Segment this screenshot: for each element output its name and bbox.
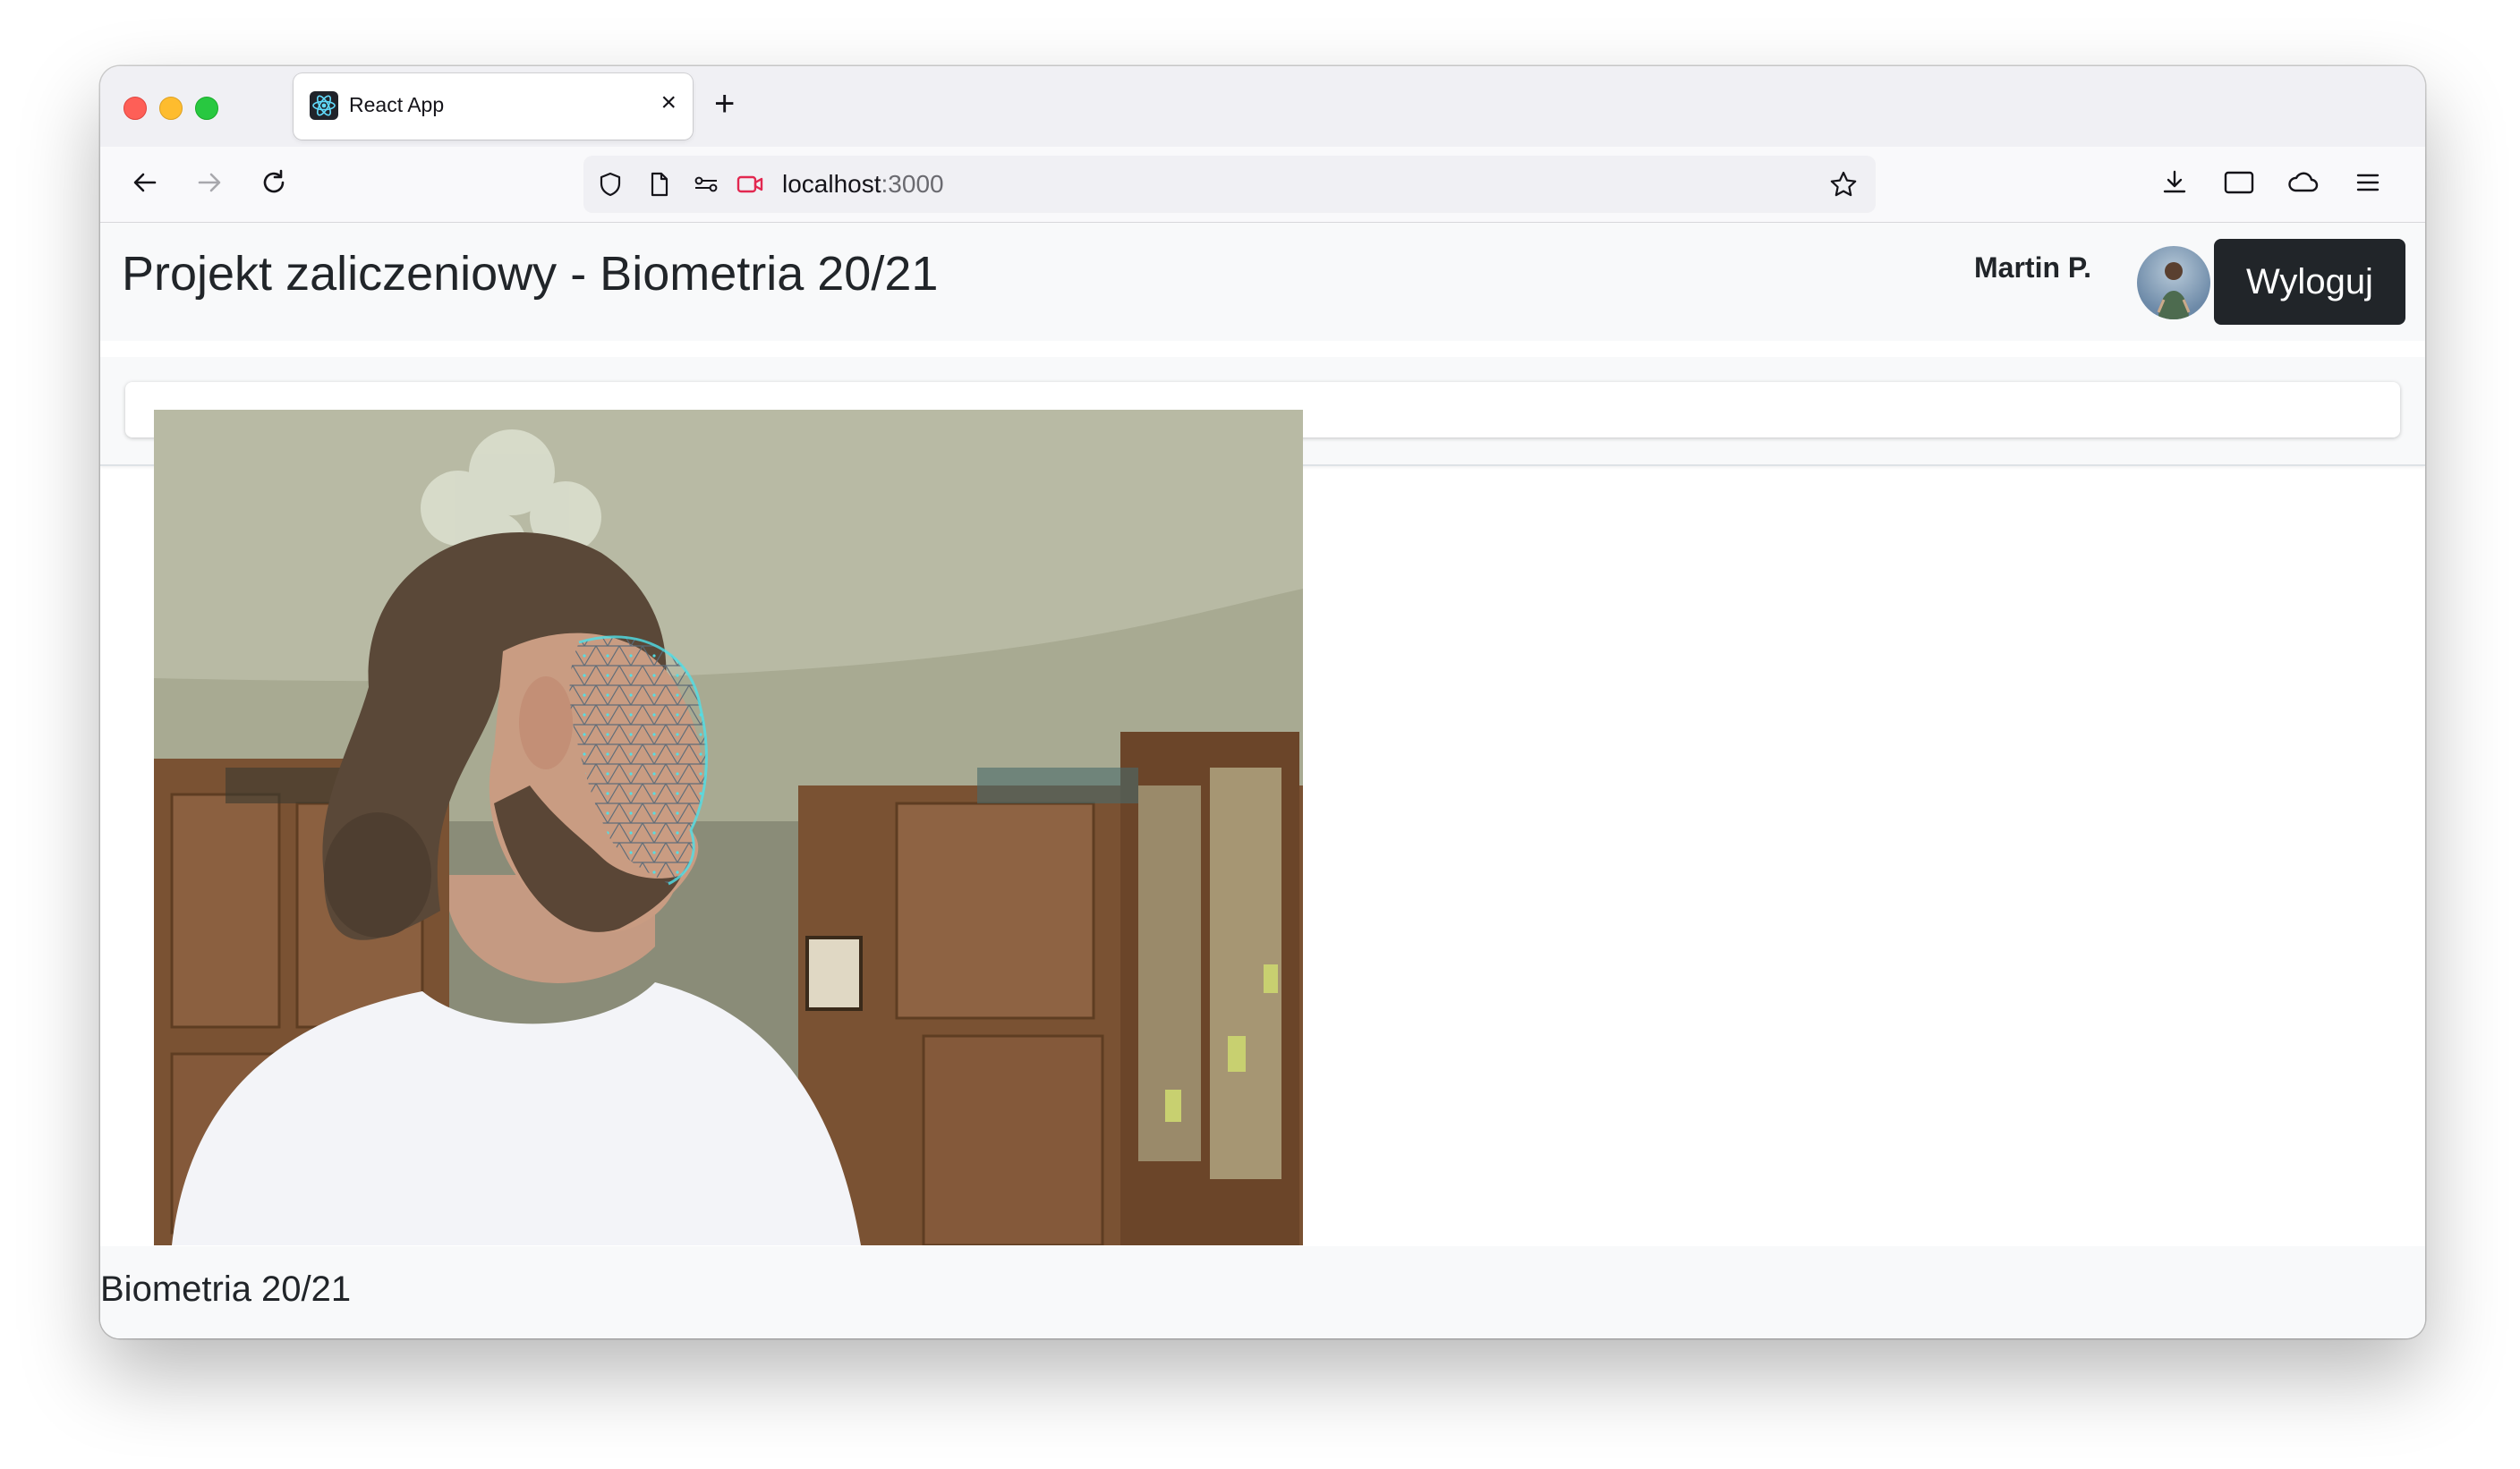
tab-close-icon[interactable]: × [660,88,677,118]
url-host: localhost [782,170,881,198]
back-arrow-icon[interactable] [127,165,163,200]
avatar[interactable] [2137,246,2210,319]
menu-icon[interactable] [2350,165,2386,200]
shield-icon[interactable] [594,168,626,200]
address-bar[interactable]: localhost:3000 [583,156,1876,213]
tab-react-app[interactable]: React App × [294,73,693,140]
webcam-video [154,410,1303,1245]
tab-bar: React App × + [100,66,2425,147]
page-content: Projekt zaliczeniowy - Biometria 20/21 M… [100,223,2425,1338]
reload-icon[interactable] [256,165,292,200]
browser-window: React App × + localhost:3000 Projekt zal… [100,66,2425,1338]
zoom-window-button[interactable] [195,97,218,120]
new-tab-button[interactable]: + [714,82,735,125]
page-icon[interactable] [643,168,675,200]
footer-text: Biometria 20/21 [100,1269,352,1309]
url-text: localhost:3000 [782,170,944,199]
bookmark-star-icon[interactable] [1827,168,1860,200]
close-window-button[interactable] [123,97,147,120]
app-header: Projekt zaliczeniowy - Biometria 20/21 M… [100,223,2425,341]
react-icon [310,91,338,120]
page-title: Projekt zaliczeniowy - Biometria 20/21 [122,247,939,301]
sidebar-icon[interactable] [2221,165,2257,200]
camera-sharing-icon[interactable] [734,168,766,200]
forward-arrow-icon[interactable] [192,165,227,200]
logout-button[interactable]: Wyloguj [2214,239,2405,325]
navigation-toolbar: localhost:3000 [100,147,2425,223]
minimize-window-button[interactable] [159,97,183,120]
download-icon[interactable] [2157,165,2192,200]
tab-title: React App [349,93,445,116]
url-port: :3000 [881,170,944,198]
user-name: Martin P. [1974,251,2091,284]
permissions-icon[interactable] [691,168,723,200]
page-footer: Biometria 20/21 [100,1246,2425,1338]
account-cloud-icon[interactable] [2286,165,2321,200]
